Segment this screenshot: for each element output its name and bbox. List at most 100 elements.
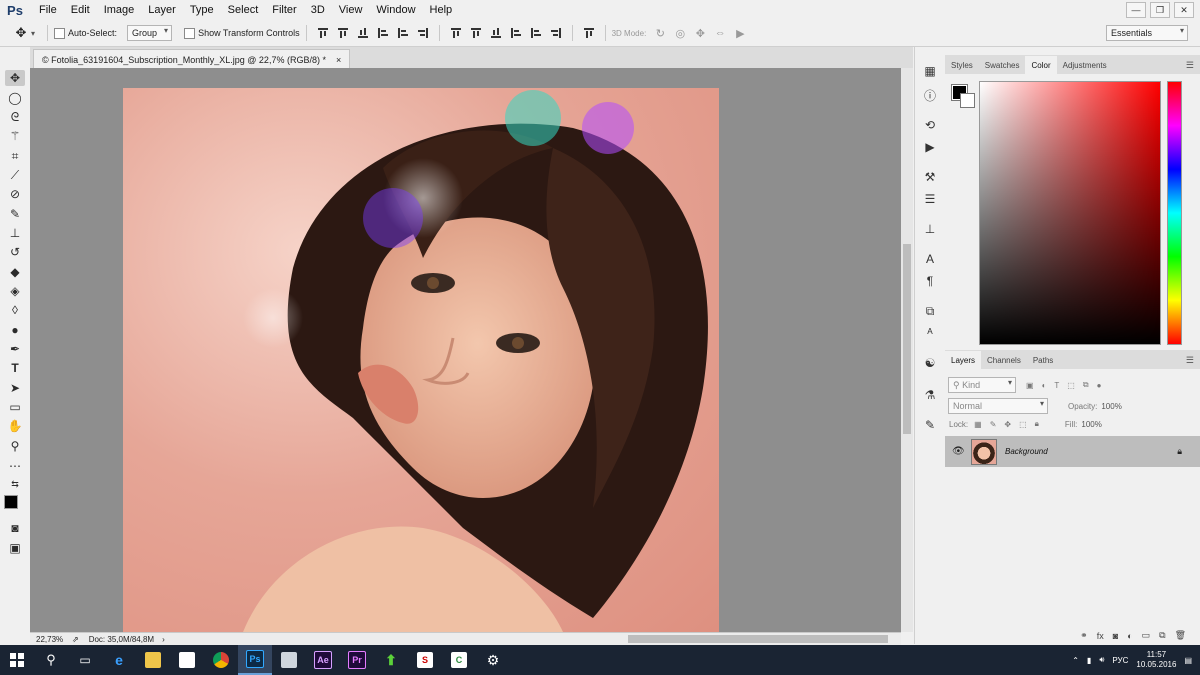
tab-layers[interactable]: Layers bbox=[945, 351, 982, 369]
fill-value[interactable]: 100% bbox=[1081, 420, 1101, 429]
delete-layer-icon[interactable]: 🗑︎ bbox=[1175, 630, 1186, 641]
filter-pixel-icon[interactable]: ▣ bbox=[1026, 381, 1034, 390]
layer-row[interactable]: 👁︎ Background 🔒︎ bbox=[945, 436, 1200, 467]
menu-filter[interactable]: Filter bbox=[265, 0, 303, 20]
share-icon[interactable]: ⇗ bbox=[72, 635, 79, 644]
tab-color[interactable]: Color bbox=[1025, 56, 1057, 74]
workspace-dropdown[interactable]: Essentials bbox=[1106, 25, 1188, 41]
lock-artboard-icon[interactable]: ⬚ bbox=[1019, 420, 1027, 429]
lasso-tool-icon[interactable]: ᘓ bbox=[5, 109, 25, 125]
premiere-icon[interactable]: Pr bbox=[340, 645, 374, 675]
menu-view[interactable]: View bbox=[332, 0, 370, 20]
preset-dropdown-icon[interactable]: ▾ bbox=[31, 29, 35, 38]
lock-position-icon[interactable]: ✥ bbox=[1004, 420, 1011, 429]
lock-transparent-icon[interactable]: ▦ bbox=[974, 420, 982, 429]
eyedropper-tool-icon[interactable]: ⟋ bbox=[5, 167, 25, 183]
character-panel-icon[interactable]: A bbox=[922, 251, 938, 267]
search-icon[interactable]: ⚲ bbox=[34, 645, 68, 675]
pen-tool-icon[interactable]: ✒ bbox=[5, 341, 25, 357]
magic-wand-tool-icon[interactable]: ⚚ bbox=[5, 128, 25, 144]
3d-pan-icon[interactable]: ✥ bbox=[693, 26, 707, 40]
history-brush-tool-icon[interactable]: ↺ bbox=[5, 244, 25, 260]
filter-toggle-icon[interactable]: ● bbox=[1097, 381, 1102, 390]
distribute-right-icon[interactable] bbox=[549, 26, 563, 40]
more-tools-icon[interactable]: ⋯ bbox=[5, 458, 25, 474]
new-group-icon[interactable]: ▭ bbox=[1142, 630, 1151, 641]
visibility-eye-icon[interactable]: 👁︎ bbox=[952, 446, 965, 457]
scanner-app-icon[interactable] bbox=[272, 645, 306, 675]
filter-smart-object-icon[interactable]: ⧉ bbox=[1083, 380, 1089, 390]
tab-channels[interactable]: Channels bbox=[981, 351, 1027, 369]
path-selection-tool-icon[interactable]: ➤ bbox=[5, 380, 25, 396]
link-layers-icon[interactable]: ⚭ bbox=[1080, 630, 1088, 641]
move-tool-icon[interactable]: ✥ bbox=[5, 70, 25, 86]
auto-select-target-dropdown[interactable]: Group bbox=[127, 25, 173, 41]
tab-paths[interactable]: Paths bbox=[1027, 351, 1059, 369]
menu-image[interactable]: Image bbox=[97, 0, 142, 20]
lock-pixels-icon[interactable]: ✎ bbox=[990, 420, 997, 429]
volume-icon[interactable]: 🔊︎ bbox=[1099, 655, 1104, 665]
swap-colors-icon[interactable]: ⇆ bbox=[5, 476, 25, 492]
brush-tool-icon[interactable]: ✎ bbox=[5, 206, 25, 222]
history-panel-icon[interactable]: ▦ bbox=[922, 63, 938, 79]
edge-browser-icon[interactable]: e bbox=[102, 645, 136, 675]
vertical-scrollbar[interactable] bbox=[901, 68, 913, 632]
menu-help[interactable]: Help bbox=[423, 0, 460, 20]
document-image[interactable] bbox=[123, 88, 719, 632]
3d-slide-icon[interactable]: ⇔ bbox=[713, 26, 727, 40]
layer-style-icon[interactable]: fx bbox=[1097, 631, 1104, 641]
menu-file[interactable]: File bbox=[32, 0, 64, 20]
crop-tool-icon[interactable]: ⌗ bbox=[5, 148, 25, 164]
glyphs-panel-icon[interactable]: ᴬ bbox=[922, 325, 938, 341]
properties-panel-icon[interactable]: ☰ bbox=[922, 191, 938, 207]
tool-presets-panel-icon[interactable]: ⚒ bbox=[922, 169, 938, 185]
color-picker-field[interactable] bbox=[979, 81, 1161, 345]
notifications-icon[interactable]: ▤ bbox=[1184, 656, 1192, 665]
3d-rotate-icon[interactable]: ↻ bbox=[653, 26, 667, 40]
measurement-panel-icon[interactable]: ⚗ bbox=[922, 387, 938, 403]
brush-panel-icon[interactable]: ✎ bbox=[922, 417, 938, 433]
clone-stamp-tool-icon[interactable]: ⊥ bbox=[5, 225, 25, 241]
marquee-tool-icon[interactable]: ◯ bbox=[5, 90, 25, 106]
distribute-bottom-icon[interactable] bbox=[489, 26, 503, 40]
character-styles-panel-icon[interactable]: ⧉ bbox=[922, 303, 938, 319]
close-window-button[interactable]: ✕ bbox=[1174, 2, 1194, 18]
tray-chevron-icon[interactable]: ⌃ bbox=[1072, 656, 1079, 665]
healing-brush-tool-icon[interactable]: ⊘ bbox=[5, 186, 25, 202]
minimize-button[interactable]: — bbox=[1126, 2, 1146, 18]
layers-panel-menu-icon[interactable]: ☰ bbox=[1186, 355, 1194, 366]
type-tool-icon[interactable]: T bbox=[5, 360, 25, 376]
layer-filter-kind-dropdown[interactable]: ⚲ Kind bbox=[948, 377, 1016, 393]
move-tool-preset-icon[interactable]: ✥ bbox=[14, 25, 28, 40]
file-explorer-icon[interactable] bbox=[136, 645, 170, 675]
red-app-icon[interactable]: S bbox=[408, 645, 442, 675]
info-panel-icon[interactable]: ⓘ bbox=[922, 87, 938, 103]
align-right-icon[interactable] bbox=[416, 26, 430, 40]
close-tab-icon[interactable]: × bbox=[336, 55, 341, 65]
align-hcenter-icon[interactable] bbox=[396, 26, 410, 40]
photoshop-taskbar-icon[interactable]: Ps bbox=[238, 645, 272, 675]
canvas-area[interactable] bbox=[30, 68, 901, 632]
document-tab[interactable]: © Fotolia_63191604_Subscription_Monthly_… bbox=[33, 49, 351, 69]
hand-tool-icon[interactable]: ✋ bbox=[5, 418, 25, 434]
auto-select-checkbox[interactable]: Auto-Select: bbox=[54, 27, 117, 39]
paragraph-panel-icon[interactable]: ¶ bbox=[922, 273, 938, 289]
dodge-tool-icon[interactable]: ● bbox=[5, 322, 25, 338]
paint-bucket-tool-icon[interactable]: ◈ bbox=[5, 283, 25, 299]
tab-swatches[interactable]: Swatches bbox=[979, 56, 1026, 74]
clock[interactable]: 11:57 10.05.2016 bbox=[1136, 650, 1176, 670]
align-left-icon[interactable] bbox=[376, 26, 390, 40]
auto-align-icon[interactable] bbox=[582, 26, 596, 40]
settings-gear-icon[interactable]: ⚙ bbox=[476, 645, 510, 675]
adjustment-layer-icon[interactable]: ◐ bbox=[1127, 631, 1132, 641]
menu-select[interactable]: Select bbox=[221, 0, 266, 20]
color-panel-menu-icon[interactable]: ☰ bbox=[1186, 60, 1194, 71]
after-effects-icon[interactable]: Ae bbox=[306, 645, 340, 675]
menu-type[interactable]: Type bbox=[183, 0, 221, 20]
language-indicator[interactable]: РУС bbox=[1112, 656, 1128, 665]
restore-button[interactable]: ❐ bbox=[1150, 2, 1170, 18]
align-top-icon[interactable] bbox=[316, 26, 330, 40]
menu-layer[interactable]: Layer bbox=[141, 0, 183, 20]
actions-panel-icon[interactable]: ▶ bbox=[922, 139, 938, 155]
blur-tool-icon[interactable]: ◊ bbox=[5, 302, 25, 318]
